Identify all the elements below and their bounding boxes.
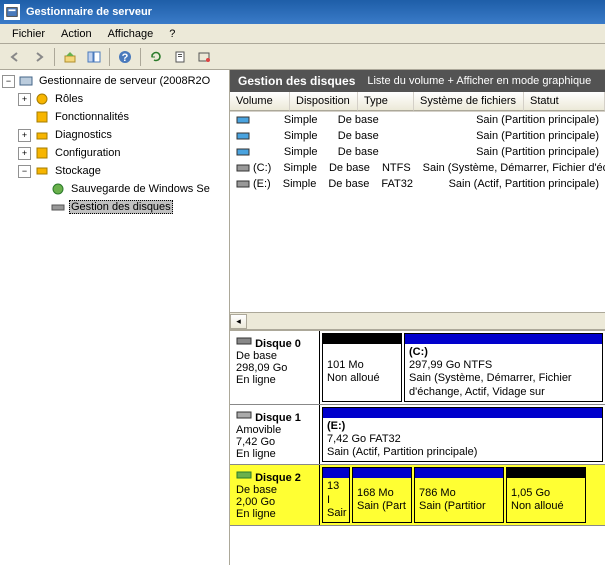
partition-bar-blue xyxy=(323,408,602,418)
partition-d2-1[interactable]: 168 Mo Sain (Part xyxy=(352,467,412,523)
app-icon xyxy=(4,4,20,20)
disk-info: Disque 1 Amovible 7,42 Go En ligne xyxy=(230,405,320,465)
volume-table: Volume Disposition Type Système de fichi… xyxy=(230,92,605,312)
window-title: Gestionnaire de serveur xyxy=(26,6,152,18)
content-panel: Gestion des disques Liste du volume + Af… xyxy=(230,70,605,565)
roles-icon xyxy=(34,91,50,107)
settings-button[interactable] xyxy=(169,46,191,68)
partition-bar-blue xyxy=(353,468,411,478)
partition-d2-2[interactable]: 786 Mo Sain (Partitior xyxy=(414,467,504,523)
disk-graphical-view: Disque 0 De base 298,09 Go En ligne 101 … xyxy=(230,329,605,565)
panel-header: Gestion des disques Liste du volume + Af… xyxy=(230,70,605,92)
up-button[interactable] xyxy=(59,46,81,68)
toolbar-separator xyxy=(54,48,55,66)
table-row[interactable]: SimpleDe baseSain (Partition principale) xyxy=(230,128,605,144)
tree-features[interactable]: Fonctionnalités xyxy=(2,108,227,126)
menubar: Fichier Action Affichage ? xyxy=(0,24,605,44)
disk-icon xyxy=(236,469,252,481)
partition-d2-0[interactable]: 13 I Sair xyxy=(322,467,350,523)
table-row[interactable]: (E:)SimpleDe baseFAT32Sain (Actif, Parti… xyxy=(230,176,605,192)
diagnostics-icon xyxy=(34,127,50,143)
col-filesystem[interactable]: Système de fichiers xyxy=(414,92,524,111)
menu-help[interactable]: ? xyxy=(161,26,183,42)
storage-icon xyxy=(34,163,50,179)
disk-row-2[interactable]: Disque 2 De base 2,00 Go En ligne 13 I S… xyxy=(230,465,605,526)
refresh-button[interactable] xyxy=(145,46,167,68)
panel-subtitle: Liste du volume + Afficher en mode graph… xyxy=(367,75,591,87)
nav-back-button[interactable] xyxy=(4,46,26,68)
tree-storage[interactable]: − Stockage xyxy=(2,162,227,180)
disk-row-0[interactable]: Disque 0 De base 298,09 Go En ligne 101 … xyxy=(230,331,605,405)
volume-icon xyxy=(236,130,250,142)
table-body: SimpleDe baseSain (Partition principale)… xyxy=(230,112,605,312)
collapse-icon[interactable]: − xyxy=(18,165,31,178)
partition-bar-blue xyxy=(323,468,349,478)
expand-icon[interactable]: + xyxy=(18,129,31,142)
volume-icon xyxy=(236,162,250,174)
table-row[interactable]: SimpleDe baseSain (Partition principale) xyxy=(230,112,605,128)
disk-mgmt-icon xyxy=(50,199,66,215)
volume-icon xyxy=(236,146,250,158)
disk-info: Disque 2 De base 2,00 Go En ligne xyxy=(230,465,320,525)
disk-info: Disque 0 De base 298,09 Go En ligne xyxy=(230,331,320,404)
table-row[interactable]: SimpleDe baseSain (Partition principale) xyxy=(230,144,605,160)
collapse-icon[interactable]: − xyxy=(2,75,15,88)
volume-icon xyxy=(236,114,250,126)
table-header: Volume Disposition Type Système de fichi… xyxy=(230,92,605,112)
nav-forward-button[interactable] xyxy=(28,46,50,68)
menu-file[interactable]: Fichier xyxy=(4,26,53,42)
table-row[interactable]: (C:)SimpleDe baseNTFSSain (Système, Déma… xyxy=(230,160,605,176)
server-icon xyxy=(18,73,34,89)
svg-text:?: ? xyxy=(122,52,129,64)
toolbar-separator xyxy=(140,48,141,66)
partition-bar-black xyxy=(507,468,585,478)
help-button[interactable]: ? xyxy=(114,46,136,68)
expand-icon[interactable]: + xyxy=(18,147,31,160)
tree-configuration[interactable]: + Configuration xyxy=(2,144,227,162)
partition-bar-blue xyxy=(405,334,602,344)
partition-bar-black xyxy=(323,334,401,344)
menu-action[interactable]: Action xyxy=(53,26,100,42)
window-titlebar: Gestionnaire de serveur xyxy=(0,0,605,24)
features-icon xyxy=(34,109,50,125)
partition-c[interactable]: (C:) 297,99 Go NTFS Sain (Système, Démar… xyxy=(404,333,603,402)
col-volume[interactable]: Volume xyxy=(230,92,290,111)
partition-d2-unallocated[interactable]: 1,05 Go Non alloué xyxy=(506,467,586,523)
show-hide-tree-button[interactable] xyxy=(83,46,105,68)
tree-panel: − Gestionnaire de serveur (2008R2O + Rôl… xyxy=(0,70,230,565)
tree-backup[interactable]: Sauvegarde de Windows Se xyxy=(2,180,227,198)
partition-bar-blue xyxy=(415,468,503,478)
menu-view[interactable]: Affichage xyxy=(100,26,162,42)
disk-row-1[interactable]: Disque 1 Amovible 7,42 Go En ligne (E:) … xyxy=(230,405,605,466)
col-status[interactable]: Statut xyxy=(524,92,605,111)
col-layout[interactable]: Disposition xyxy=(290,92,358,111)
tree-diagnostics[interactable]: + Diagnostics xyxy=(2,126,227,144)
partition-unallocated[interactable]: 101 Mo Non alloué xyxy=(322,333,402,402)
toolbar-separator xyxy=(109,48,110,66)
disk-icon xyxy=(236,335,252,347)
scroll-left-icon[interactable]: ◂ xyxy=(230,314,247,329)
backup-icon xyxy=(50,181,66,197)
col-type[interactable]: Type xyxy=(358,92,414,111)
toolbar: ? xyxy=(0,44,605,70)
volume-icon xyxy=(236,178,250,190)
removable-disk-icon xyxy=(236,409,252,421)
properties-button[interactable] xyxy=(193,46,215,68)
config-icon xyxy=(34,145,50,161)
panel-title: Gestion des disques xyxy=(238,74,355,88)
tree-root[interactable]: − Gestionnaire de serveur (2008R2O xyxy=(2,72,227,90)
partition-e[interactable]: (E:) 7,42 Go FAT32 Sain (Actif, Partitio… xyxy=(322,407,603,463)
tree-disk-management[interactable]: Gestion des disques xyxy=(2,198,227,216)
tree-roles[interactable]: + Rôles xyxy=(2,90,227,108)
expand-icon[interactable]: + xyxy=(18,93,31,106)
horizontal-scrollbar[interactable]: ◂ xyxy=(230,312,605,329)
